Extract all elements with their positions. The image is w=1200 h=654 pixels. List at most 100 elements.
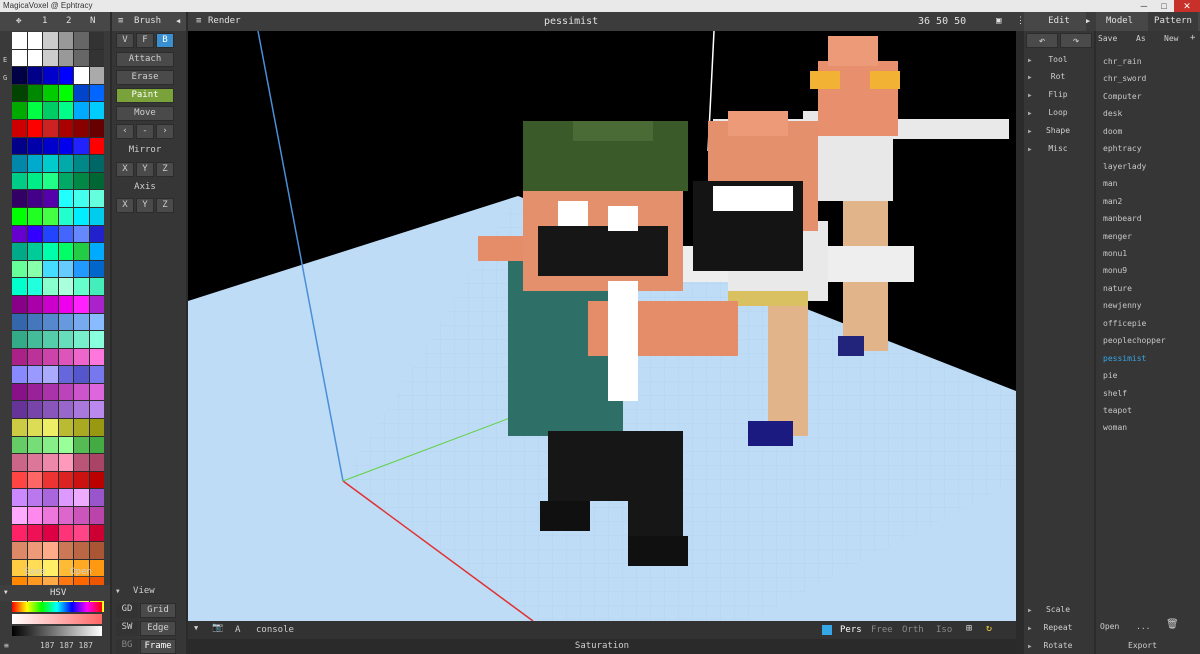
palette-swatch[interactable] (27, 84, 42, 102)
palette-swatch[interactable] (12, 348, 27, 366)
prev-button[interactable]: ‹ (116, 124, 134, 139)
paint-button[interactable]: Paint (116, 88, 174, 103)
palette-swatch[interactable] (74, 190, 89, 207)
model-file-item[interactable]: man (1098, 175, 1178, 192)
undo-button[interactable]: ↶ (1026, 33, 1058, 48)
model-tab[interactable]: Model (1106, 12, 1133, 31)
minus-button[interactable]: - (136, 124, 154, 139)
model-file-item[interactable]: doom (1098, 123, 1178, 140)
model-more-button[interactable]: ... (1136, 622, 1150, 631)
palette-swatch[interactable] (43, 137, 58, 155)
palette-swatch[interactable] (89, 489, 104, 507)
palette-swatch[interactable] (27, 32, 42, 49)
palette-swatch[interactable] (12, 190, 27, 207)
edge-toggle[interactable]: Edge (140, 621, 176, 636)
palette-swatch[interactable] (89, 366, 104, 383)
cam-iso[interactable]: Iso (936, 625, 952, 635)
palette-swatch[interactable] (74, 207, 89, 225)
palette-swatch[interactable] (89, 524, 104, 542)
palette-swatch[interactable] (27, 366, 42, 383)
palette-swatch[interactable] (27, 383, 42, 401)
palette-swatch[interactable] (89, 225, 104, 243)
menu-icon[interactable]: ≡ (196, 12, 201, 31)
collapse-arrow-icon[interactable]: ▼ (4, 585, 8, 601)
palette-swatch[interactable] (74, 454, 89, 471)
color-mode[interactable]: HSV (50, 585, 66, 601)
camera-icon[interactable]: 📷 (212, 623, 223, 633)
tab-n[interactable]: N (90, 12, 95, 31)
palette-swatch[interactable] (27, 313, 42, 331)
palette-swatch[interactable] (27, 524, 42, 542)
move-button[interactable]: Move (116, 106, 174, 121)
palette-swatch[interactable] (89, 542, 104, 559)
palette-swatch[interactable] (74, 172, 89, 190)
palette-swatch[interactable] (58, 137, 73, 155)
palette-swatch[interactable] (58, 155, 73, 172)
model-file-item[interactable]: officepie (1098, 315, 1178, 332)
palette-swatch[interactable] (58, 84, 73, 102)
model-file-item[interactable]: man2 (1098, 193, 1178, 210)
model-file-item[interactable]: monu9 (1098, 262, 1178, 279)
model-file-item[interactable]: layerlady (1098, 158, 1178, 175)
edit-loop[interactable]: ▶ Loop (1024, 104, 1094, 122)
palette-swatch[interactable] (43, 489, 58, 507)
minimize-button[interactable]: ─ (1134, 0, 1154, 12)
palette-swatch[interactable] (43, 155, 58, 172)
model-file-item[interactable]: teapot (1098, 402, 1178, 419)
palette-swatch[interactable] (89, 172, 104, 190)
palette-swatch[interactable] (12, 67, 27, 84)
palette-swatch[interactable] (43, 383, 58, 401)
edit-misc[interactable]: ▶ Misc (1024, 140, 1094, 158)
palette-swatch[interactable] (12, 243, 27, 260)
model-file-item[interactable]: monu1 (1098, 245, 1178, 262)
pattern-tab[interactable]: Pattern (1148, 12, 1198, 31)
model-file-item[interactable]: desk (1098, 105, 1178, 122)
palette-swatch[interactable] (12, 401, 27, 419)
model-file-item[interactable]: manbeard (1098, 210, 1178, 227)
collapse-right-icon[interactable]: ▶ (1086, 17, 1090, 25)
move-icon[interactable]: ✥ (16, 12, 21, 31)
palette-swatch[interactable] (43, 172, 58, 190)
palette-swatch[interactable] (27, 419, 42, 436)
tab-1[interactable]: 1 (42, 12, 47, 31)
console-input[interactable]: console (256, 625, 294, 635)
palette-swatch[interactable] (27, 471, 42, 489)
palette-swatch[interactable] (89, 49, 104, 67)
palette-swatch[interactable] (12, 49, 27, 67)
palette-swatch[interactable] (27, 137, 42, 155)
palette-swatch[interactable] (12, 383, 27, 401)
edge-shortcut[interactable]: SW (116, 621, 138, 636)
palette-swatch[interactable] (89, 260, 104, 278)
palette-swatch[interactable] (43, 260, 58, 278)
palette-swatch[interactable] (58, 172, 73, 190)
palette-swatch[interactable] (27, 436, 42, 454)
palette-swatch[interactable] (74, 225, 89, 243)
palette-swatch[interactable] (89, 190, 104, 207)
palette-swatch[interactable] (89, 436, 104, 454)
palette-swatch[interactable] (89, 155, 104, 172)
palette-swatch[interactable] (74, 507, 89, 524)
palette-swatch[interactable] (58, 32, 73, 49)
mirror-z-button[interactable]: Z (156, 162, 174, 177)
palette-swatch[interactable] (74, 137, 89, 155)
palette-swatch[interactable] (43, 331, 58, 348)
palette-swatch[interactable] (43, 84, 58, 102)
model-file-item[interactable]: shelf (1098, 385, 1178, 402)
palette-swatch[interactable] (27, 225, 42, 243)
export-button[interactable]: Export (1128, 641, 1157, 650)
model-file-item[interactable]: pessimist (1098, 350, 1178, 367)
edit-shape[interactable]: ▶ Shape (1024, 122, 1094, 140)
mode-v-button[interactable]: V (116, 33, 134, 48)
palette-swatch[interactable] (89, 454, 104, 471)
palette-swatch[interactable] (74, 155, 89, 172)
edit-rot[interactable]: ▶ Rot (1024, 68, 1094, 86)
model-file-item[interactable]: pie (1098, 367, 1178, 384)
palette-swatch[interactable] (89, 207, 104, 225)
palette-swatch[interactable] (43, 507, 58, 524)
color-swatch[interactable] (822, 625, 832, 635)
menu-icon[interactable]: ≡ (118, 12, 123, 31)
palette-swatch[interactable] (12, 225, 27, 243)
palette-swatch[interactable] (12, 524, 27, 542)
palette-swatch[interactable] (27, 348, 42, 366)
palette-swatch[interactable] (74, 471, 89, 489)
